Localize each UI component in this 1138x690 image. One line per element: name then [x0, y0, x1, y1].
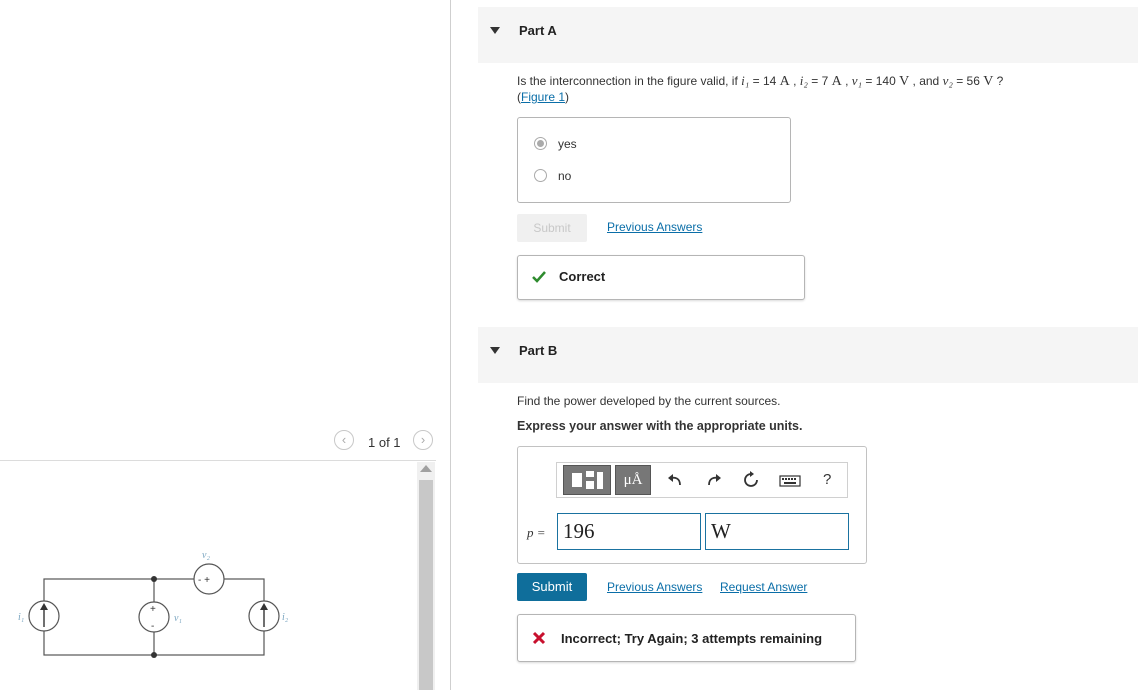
pane-divider[interactable]	[450, 0, 451, 690]
label-i1: i₁	[18, 612, 24, 623]
circuit-node-top	[151, 576, 157, 582]
part-a-feedback-text: Correct	[559, 269, 606, 284]
choices-box	[517, 117, 791, 203]
reset-icon[interactable]	[742, 471, 760, 489]
template-icon	[572, 471, 603, 489]
circuit-diagram: i₁ i₂ v₁ v₂ + - - +	[18, 550, 289, 658]
part-b-prompt: Find the power developed by the current …	[517, 394, 781, 408]
choice-yes-label[interactable]: yes	[558, 137, 577, 151]
part-a-title: Part A	[519, 23, 557, 38]
figure-page-count: 1 of 1	[368, 435, 401, 450]
units-button[interactable]: μÅ	[615, 465, 651, 495]
caret-down-icon[interactable]	[490, 27, 500, 34]
v2-polarity-signs: - +	[198, 575, 210, 586]
variable-label: p =	[527, 525, 546, 540]
request-answer-link[interactable]: Request Answer	[720, 580, 807, 594]
undo-icon[interactable]	[666, 472, 684, 488]
unit-input[interactable]: W	[705, 513, 849, 550]
part-b-title: Part B	[519, 343, 558, 358]
prev-figure-button[interactable]: ‹	[334, 430, 354, 450]
caret-down-icon[interactable]	[490, 347, 500, 354]
value-input[interactable]: 196	[557, 513, 701, 550]
figure-link-line: (Figure 1)	[517, 90, 570, 104]
part-a-submit-button[interactable]: Submit	[517, 214, 587, 242]
chevron-left-icon: ‹	[341, 432, 347, 447]
template-button[interactable]	[563, 465, 611, 495]
redo-icon[interactable]	[705, 472, 723, 488]
part-a-header[interactable]	[478, 7, 1138, 63]
part-b-submit-button[interactable]: Submit	[517, 573, 587, 601]
figure-scrollbar-thumb[interactable]	[419, 480, 433, 690]
part-b-instruction: Express your answer with the appropriate…	[517, 419, 803, 433]
radio-no[interactable]	[534, 169, 547, 182]
part-b-feedback-text: Incorrect; Try Again; 3 attempts remaini…	[561, 631, 823, 646]
part-a-question: Is the interconnection in the figure val…	[517, 73, 1004, 89]
figure-divider	[0, 460, 436, 461]
scroll-up-icon[interactable]	[420, 465, 432, 472]
part-a-previous-answers-link[interactable]: Previous Answers	[607, 220, 702, 234]
label-v2: v₂	[202, 550, 210, 561]
check-icon	[532, 271, 546, 283]
next-figure-button[interactable]: ›	[413, 430, 433, 450]
keyboard-icon[interactable]	[779, 474, 801, 488]
part-b-previous-answers-link[interactable]: Previous Answers	[607, 580, 702, 594]
chevron-right-icon: ›	[420, 432, 426, 447]
radio-yes[interactable]	[534, 137, 547, 150]
circuit-node-bottom	[151, 652, 157, 658]
v1-minus-sign: -	[151, 621, 154, 632]
help-button[interactable]: ?	[823, 471, 831, 488]
label-v1: v₁	[174, 613, 182, 624]
x-icon	[532, 631, 546, 645]
part-b-header[interactable]	[478, 327, 1138, 383]
label-i2: i₂	[282, 612, 289, 623]
v1-plus-sign: +	[150, 604, 156, 615]
choice-no-label[interactable]: no	[558, 169, 571, 183]
figure-1-link[interactable]: Figure 1	[521, 90, 565, 104]
